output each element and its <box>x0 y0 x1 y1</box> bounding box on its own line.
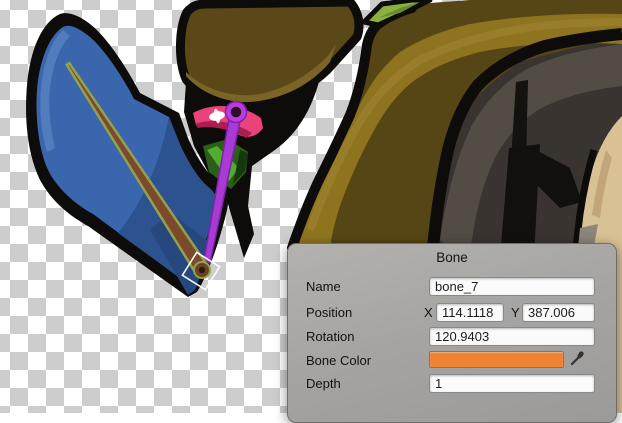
rotation-input[interactable]: 120.9403 <box>429 327 595 346</box>
name-label: Name <box>306 277 341 296</box>
position-x-label: X <box>424 303 433 322</box>
position-label: Position <box>306 303 352 322</box>
position-y-label: Y <box>511 303 520 322</box>
selected-bone-origin-dot <box>199 267 205 273</box>
screenshot-root: { "panel": { "title": "Bone", "name_fiel… <box>0 0 622 413</box>
name-input[interactable]: bone_7 <box>429 277 595 296</box>
bone-properties-panel: Bone Name bone_7 Position X 114.1118 Y 3… <box>287 243 617 423</box>
bone-color-swatch[interactable] <box>429 351 564 368</box>
panel-title: Bone <box>288 250 616 265</box>
bone-color-label: Bone Color <box>306 351 371 370</box>
purple-bone-origin-ring[interactable] <box>229 105 244 120</box>
position-y-input[interactable]: 387.006 <box>522 303 595 322</box>
depth-label: Depth <box>306 374 341 393</box>
rotation-label: Rotation <box>306 327 354 346</box>
depth-input[interactable]: 1 <box>429 374 595 393</box>
eyedropper-icon[interactable] <box>569 349 587 367</box>
position-x-input[interactable]: 114.1118 <box>436 303 504 322</box>
